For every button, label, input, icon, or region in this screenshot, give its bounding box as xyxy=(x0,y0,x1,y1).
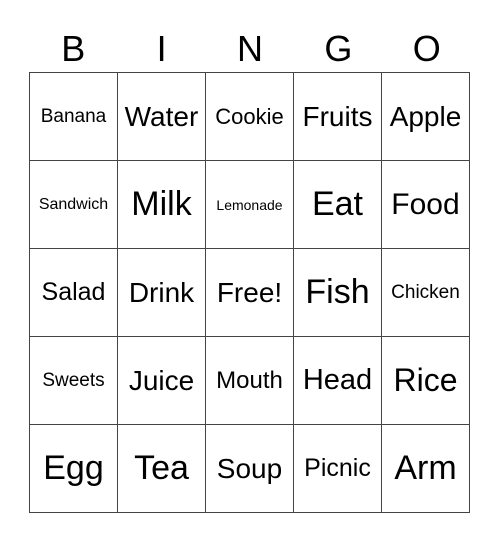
bingo-cell[interactable]: Mouth xyxy=(205,336,294,425)
header-letter-n: N xyxy=(236,28,263,69)
bingo-cell[interactable]: Free! xyxy=(205,248,294,337)
bingo-cell[interactable]: Cookie xyxy=(205,72,294,161)
grid-row: Sandwich Milk Lemonade Eat Food xyxy=(29,160,470,249)
bingo-cell[interactable]: Water xyxy=(117,72,206,161)
bingo-cell[interactable]: Salad xyxy=(29,248,118,337)
bingo-cell[interactable]: Sweets xyxy=(29,336,118,425)
bingo-cell[interactable]: Sandwich xyxy=(29,160,118,249)
bingo-cell[interactable]: Rice xyxy=(381,336,470,425)
grid-row: Egg Tea Soup Picnic Arm xyxy=(29,424,470,513)
bingo-cell[interactable]: Tea xyxy=(117,424,206,513)
bingo-cell[interactable]: Food xyxy=(381,160,470,249)
grid-row: Salad Drink Free! Fish Chicken xyxy=(29,248,470,337)
grid-row: Sweets Juice Mouth Head Rice xyxy=(29,336,470,425)
bingo-cell[interactable]: Banana xyxy=(29,72,118,161)
bingo-cell[interactable]: Picnic xyxy=(293,424,382,513)
bingo-cell[interactable]: Eat xyxy=(293,160,382,249)
bingo-cell[interactable]: Arm xyxy=(381,424,470,513)
grid-row: Banana Water Cookie Fruits Apple xyxy=(29,72,470,161)
header-letter-o: O xyxy=(412,28,441,69)
bingo-cell[interactable]: Apple xyxy=(381,72,470,161)
header-letter-b: B xyxy=(61,28,86,69)
bingo-cell[interactable]: Soup xyxy=(205,424,294,513)
header-letter-i: I xyxy=(156,28,167,69)
bingo-cell[interactable]: Drink xyxy=(117,248,206,337)
bingo-cell[interactable]: Juice xyxy=(117,336,206,425)
bingo-grid: Banana Water Cookie Fruits Apple Sandwich Milk… xyxy=(29,72,470,513)
bingo-cell[interactable]: Fruits xyxy=(293,72,382,161)
bingo-cell[interactable]: Milk xyxy=(117,160,206,249)
bingo-cell[interactable]: Chicken xyxy=(381,248,470,337)
bingo-cell[interactable]: Fish xyxy=(293,248,382,337)
bingo-cell[interactable]: Head xyxy=(293,336,382,425)
header-letter-g: G xyxy=(324,28,353,69)
bingo-cell[interactable]: Lemonade xyxy=(205,160,294,249)
bingo-cell[interactable]: Egg xyxy=(29,424,118,513)
bingo-header: B I N G O xyxy=(29,26,471,72)
